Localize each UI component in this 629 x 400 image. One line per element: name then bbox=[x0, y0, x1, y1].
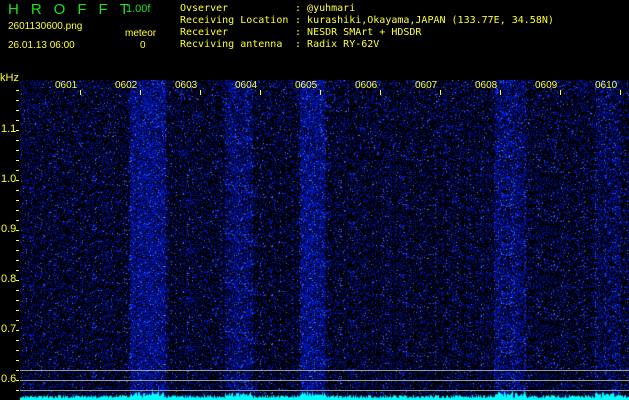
freq-tick bbox=[16, 260, 19, 261]
time-label: 0605 bbox=[295, 80, 318, 91]
time-label: 0606 bbox=[355, 80, 378, 91]
freq-tick bbox=[16, 230, 19, 231]
info-value: @yuhmari bbox=[307, 3, 356, 14]
freq-label: 0.9 bbox=[1, 223, 17, 235]
info-value: NESDR SMArt + HDSDR bbox=[307, 27, 422, 38]
time-tick bbox=[500, 90, 501, 95]
time-tick bbox=[440, 90, 441, 95]
freq-tick bbox=[16, 310, 19, 311]
freq-tick bbox=[16, 280, 19, 281]
freq-tick bbox=[16, 250, 19, 251]
freq-tick bbox=[16, 150, 19, 151]
info-value: kurashiki,Okayama,JAPAN (133.77E, 34.58N… bbox=[307, 15, 554, 26]
freq-tick bbox=[16, 90, 19, 91]
time-label: 0607 bbox=[415, 80, 438, 91]
version-label: 1.00f bbox=[126, 3, 151, 15]
freq-tick bbox=[16, 210, 19, 211]
time-tick bbox=[320, 90, 321, 95]
freq-tick bbox=[16, 110, 19, 111]
time-tick bbox=[620, 90, 621, 95]
freq-tick bbox=[16, 300, 19, 301]
freq-label: 1.1 bbox=[1, 123, 17, 135]
freq-tick bbox=[16, 180, 19, 181]
freq-tick bbox=[16, 220, 19, 221]
time-tick bbox=[80, 90, 81, 95]
freq-tick bbox=[16, 350, 19, 351]
time-tick bbox=[380, 90, 381, 95]
time-label: 0602 bbox=[115, 80, 138, 91]
info-label: Recviving antenna bbox=[180, 39, 283, 50]
freq-label: 0.8 bbox=[1, 273, 17, 285]
datetime-label: 26.01.13 06:00 bbox=[8, 40, 75, 51]
freq-tick bbox=[16, 200, 19, 201]
time-label: 0609 bbox=[535, 80, 558, 91]
freq-tick bbox=[16, 120, 19, 121]
unit-label: kHz bbox=[0, 72, 19, 84]
freq-label: 1.0 bbox=[1, 173, 17, 185]
time-tick bbox=[560, 90, 561, 95]
freq-label: 0.6 bbox=[1, 373, 17, 385]
freq-tick bbox=[16, 130, 19, 131]
meteor-label: meteor bbox=[125, 28, 157, 39]
info-label: Ovserver bbox=[180, 3, 229, 14]
freq-tick bbox=[16, 100, 19, 101]
time-label: 0604 bbox=[235, 80, 258, 91]
freq-tick bbox=[16, 160, 19, 161]
time-label: 0610 bbox=[595, 80, 618, 91]
freq-tick bbox=[16, 170, 19, 171]
guide-line bbox=[20, 370, 629, 371]
time-label: 0603 bbox=[175, 80, 198, 91]
freq-tick bbox=[16, 360, 19, 361]
time-tick bbox=[260, 90, 261, 95]
info-value: Radix RY-62V bbox=[307, 39, 380, 50]
freq-tick bbox=[16, 370, 19, 371]
info-label: Receiving Location bbox=[180, 15, 289, 26]
guide-line bbox=[20, 380, 629, 381]
time-tick bbox=[200, 90, 201, 95]
app-logo: HROFFT bbox=[8, 1, 141, 18]
freq-tick bbox=[16, 290, 19, 291]
freq-tick bbox=[16, 240, 19, 241]
info-label: Receiver bbox=[180, 27, 229, 38]
meteor-count: 0 bbox=[140, 40, 146, 51]
time-tick bbox=[140, 90, 141, 95]
freq-tick bbox=[16, 320, 19, 321]
filename-label: 2601130600.png bbox=[8, 21, 83, 32]
freq-tick bbox=[16, 330, 19, 331]
time-label: 0601 bbox=[55, 80, 78, 91]
guide-line bbox=[20, 390, 629, 391]
spectrogram bbox=[20, 80, 629, 400]
freq-tick bbox=[16, 190, 19, 191]
freq-label: 0.7 bbox=[1, 323, 17, 335]
freq-tick bbox=[16, 340, 19, 341]
freq-tick bbox=[16, 140, 19, 141]
freq-tick bbox=[16, 390, 19, 391]
freq-tick bbox=[16, 380, 19, 381]
freq-tick bbox=[16, 270, 19, 271]
time-label: 0608 bbox=[475, 80, 498, 91]
